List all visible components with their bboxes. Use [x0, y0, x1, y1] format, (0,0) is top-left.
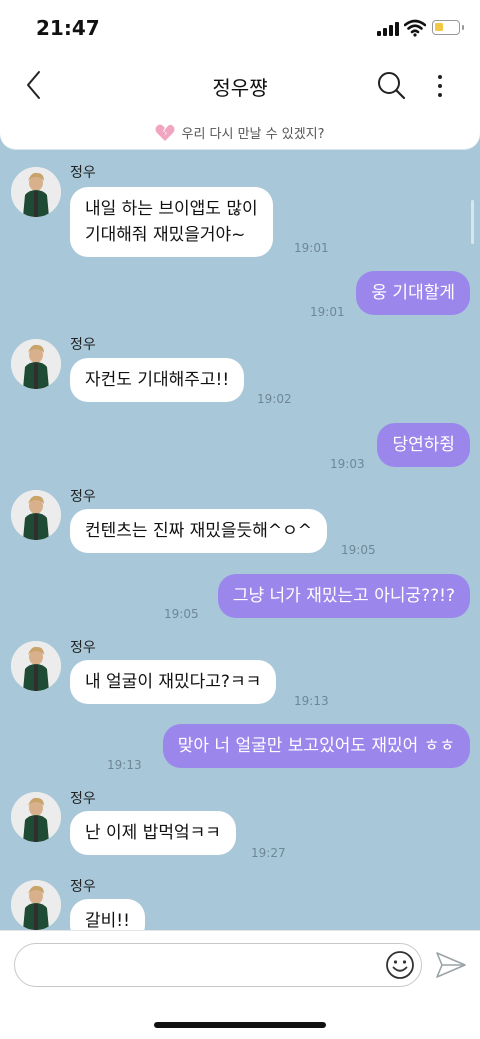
sender-name: 정우: [70, 165, 96, 181]
chat-title: 정우쨩: [212, 76, 268, 100]
message-time: 19:01: [294, 241, 329, 255]
search-icon: [378, 72, 406, 100]
received-message-bubble[interactable]: 내일 하는 브이앱도 많이 기대해줘 재밌을거야~: [70, 187, 273, 257]
more-vertical-icon: [438, 75, 442, 97]
chat-notice-banner[interactable]: 우리 다시 만날 수 있겠지?: [0, 116, 480, 150]
send-button[interactable]: [434, 949, 468, 981]
sender-name: 정우: [70, 791, 96, 807]
sender-name: 정우: [70, 640, 96, 656]
message-time: 19:03: [330, 457, 365, 471]
chat-area[interactable]: 우리 다시 만날 수 있겠지? 정우 내일 하는 브이앱도 많이 기대해줘 재밌…: [0, 116, 480, 930]
status-bar: 21:47: [0, 0, 480, 56]
received-message-bubble[interactable]: 갈비!!: [70, 899, 145, 930]
battery-level: [435, 23, 443, 31]
emoji-button[interactable]: [384, 949, 416, 981]
signal-icon: [377, 22, 399, 36]
sender-avatar[interactable]: [11, 167, 61, 217]
battery-icon: [432, 20, 464, 35]
message-time: 19:27: [251, 846, 286, 860]
sender-avatar[interactable]: [11, 880, 61, 930]
message-time: 19:13: [107, 758, 142, 772]
message-time: 19:05: [341, 543, 376, 557]
send-icon: [436, 952, 466, 978]
chat-header: 정우쨩: [0, 56, 480, 116]
sender-name: 정우: [70, 489, 96, 505]
notice-text: 우리 다시 만날 수 있겠지?: [181, 127, 325, 142]
smiley-icon: [386, 951, 414, 979]
sent-message-bubble[interactable]: 그냥 너가 재밌는고 아니궁??!?: [217, 574, 470, 618]
sent-message-bubble[interactable]: 당연하쥥: [377, 423, 470, 467]
received-message-bubble[interactable]: 컨텐츠는 진짜 재밌을듯해^ㅇ^: [70, 509, 327, 553]
sent-message-bubble[interactable]: 웅 기대할게: [356, 271, 470, 315]
sender-name: 정우: [70, 337, 96, 353]
search-button[interactable]: [376, 70, 408, 102]
message-input[interactable]: [14, 943, 422, 987]
sent-message-bubble[interactable]: 맞아 너 얼굴만 보고있어도 재밌어 ㅎㅎ: [162, 724, 470, 768]
received-message-bubble[interactable]: 자컨도 기대해주고!!: [70, 358, 245, 402]
message-time: 19:01: [310, 305, 345, 319]
received-message-bubble[interactable]: 내 얼굴이 재밌다고?ㅋㅋ: [70, 660, 277, 704]
broken-heart-icon: [155, 124, 175, 141]
home-indicator[interactable]: [154, 1022, 326, 1028]
message-time: 19:13: [294, 694, 329, 708]
message-input-bar: [0, 930, 480, 1039]
sender-avatar[interactable]: [11, 490, 61, 540]
more-options-button[interactable]: [428, 70, 452, 102]
sender-avatar[interactable]: [11, 339, 61, 389]
sender-name: 정우: [70, 879, 96, 895]
message-time: 19:02: [257, 392, 292, 406]
received-message-bubble[interactable]: 난 이제 밥먹엌ㅋㅋ: [70, 811, 236, 855]
message-time: 19:05: [164, 607, 199, 621]
sender-avatar[interactable]: [11, 792, 61, 842]
status-time: 21:47: [36, 16, 100, 40]
sender-avatar[interactable]: [11, 641, 61, 691]
chat-scrollbar[interactable]: [471, 200, 474, 244]
wifi-icon: [403, 19, 427, 37]
